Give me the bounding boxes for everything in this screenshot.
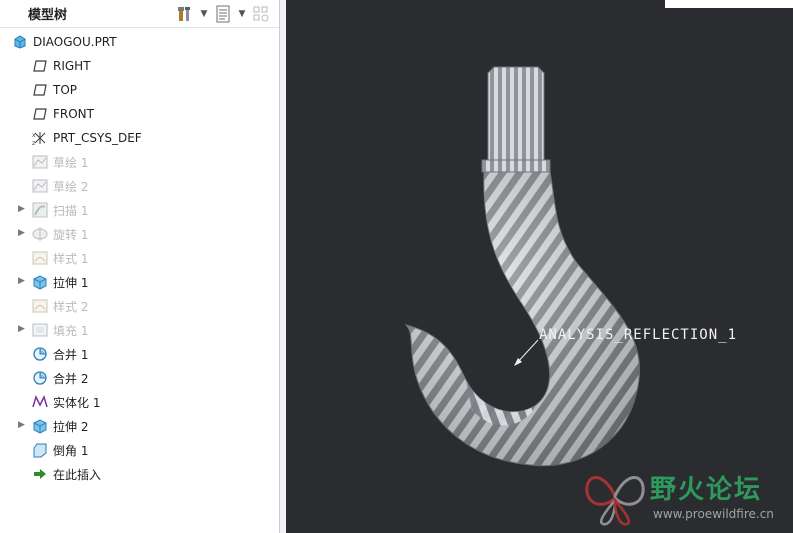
tree-item-label: PRT_CSYS_DEF bbox=[53, 131, 142, 145]
tree-item[interactable]: TOP bbox=[0, 78, 279, 102]
tree-root[interactable]: DIAOGOU.PRT bbox=[0, 30, 279, 54]
insert-here-arrow-icon bbox=[32, 466, 48, 482]
tree-item[interactable]: RIGHT bbox=[0, 54, 279, 78]
tree-item[interactable]: 实体化 1 bbox=[0, 390, 279, 414]
tree-item-label: 合并 2 bbox=[53, 371, 89, 386]
tree-item[interactable]: 倒角 1 bbox=[0, 438, 279, 462]
tree-item[interactable]: 草绘 2 bbox=[0, 174, 279, 198]
forum-watermark: 野火论坛 www.proewildfire.cn bbox=[583, 466, 793, 528]
expand-arrow-icon[interactable]: ▶ bbox=[18, 204, 28, 216]
hook-model bbox=[404, 66, 641, 467]
extrude-icon bbox=[32, 274, 48, 290]
analysis-annotation[interactable]: ANALYSIS_REFLECTION_1 bbox=[539, 327, 737, 343]
expand-arrow-icon[interactable]: ▶ bbox=[18, 228, 28, 240]
sketch-icon bbox=[32, 154, 48, 170]
tree-item[interactable]: ▶ 拉伸 1 bbox=[0, 270, 279, 294]
tree-item-label: TOP bbox=[53, 83, 78, 97]
graphics-viewport[interactable]: ANALYSIS_REFLECTION_1 野火论坛 www.proewildf… bbox=[286, 0, 793, 533]
tree-item[interactable]: x z PRT_CSYS_DEF bbox=[0, 126, 279, 150]
tree-item[interactable]: 在此插入 bbox=[0, 462, 279, 486]
expand-arrow-icon[interactable]: ▶ bbox=[18, 420, 28, 432]
datum-plane-icon bbox=[32, 82, 48, 98]
csys-icon: xz bbox=[32, 130, 48, 146]
sketch-icon bbox=[32, 178, 48, 194]
tree-filter-icon[interactable] bbox=[251, 4, 271, 24]
tree-item-label: 样式 1 bbox=[53, 251, 89, 266]
style-icon bbox=[32, 298, 48, 314]
revolve-icon bbox=[32, 226, 48, 242]
tree-item[interactable]: 样式 2 bbox=[0, 294, 279, 318]
tree-item-label: 倒角 1 bbox=[53, 443, 89, 458]
watermark-title: 野火论坛 bbox=[650, 475, 763, 505]
butterfly-logo-icon bbox=[585, 476, 645, 526]
settings-dropdown-icon[interactable]: ▼ bbox=[199, 9, 209, 19]
tree-item[interactable]: ▶ 填充 1 bbox=[0, 318, 279, 342]
tree-item-label: 合并 1 bbox=[53, 347, 89, 362]
merge-icon bbox=[32, 370, 48, 386]
tree-item-label: 旋转 1 bbox=[53, 227, 89, 242]
tree-item[interactable]: FRONT bbox=[0, 102, 279, 126]
tree-item-label: 填充 1 bbox=[53, 323, 89, 338]
fill-icon bbox=[32, 322, 48, 338]
sweep-icon bbox=[32, 202, 48, 218]
tree-item-label: 在此插入 bbox=[53, 467, 102, 482]
tree-item[interactable]: ▶ 拉伸 2 bbox=[0, 414, 279, 438]
settings-tools-icon[interactable] bbox=[175, 4, 195, 24]
chamfer-icon bbox=[32, 442, 48, 458]
model-tree-panel: 模型树 ▼ ▼ DIAOGOU.PRT RIGHT TOP FRONT x z PRT_C… bbox=[0, 0, 280, 533]
tree-item[interactable]: ▶ 旋转 1 bbox=[0, 222, 279, 246]
expand-arrow-icon[interactable]: ▶ bbox=[18, 276, 28, 288]
model-tree: DIAOGOU.PRT RIGHT TOP FRONT x z PRT_CSYS_DEF 草… bbox=[0, 28, 279, 486]
tree-root-label: DIAOGOU.PRT bbox=[33, 35, 117, 49]
tree-item-label: 拉伸 2 bbox=[53, 419, 89, 434]
datum-plane-icon bbox=[32, 106, 48, 122]
merge-icon bbox=[32, 346, 48, 362]
tree-item[interactable]: 合并 1 bbox=[0, 342, 279, 366]
model-tree-header: 模型树 ▼ ▼ bbox=[0, 0, 279, 28]
expand-arrow-icon[interactable]: ▶ bbox=[18, 324, 28, 336]
show-options-icon[interactable] bbox=[213, 4, 233, 24]
svg-text:x: x bbox=[32, 132, 36, 139]
datum-plane-icon bbox=[32, 58, 48, 74]
svg-text:z: z bbox=[32, 140, 35, 146]
tree-item-label: 扫描 1 bbox=[53, 203, 89, 218]
tree-item-label: 草绘 1 bbox=[53, 155, 89, 170]
solidify-icon bbox=[32, 394, 48, 410]
extrude-icon bbox=[32, 418, 48, 434]
style-icon bbox=[32, 250, 48, 266]
model-tree-title: 模型树 bbox=[28, 8, 68, 23]
tree-item-label: 草绘 2 bbox=[53, 179, 89, 194]
tree-item-label: 实体化 1 bbox=[53, 395, 101, 410]
part-icon bbox=[12, 34, 28, 50]
tree-item[interactable]: 合并 2 bbox=[0, 366, 279, 390]
viewport-corner-box bbox=[665, 0, 793, 8]
tree-item[interactable]: 草绘 1 bbox=[0, 150, 279, 174]
tree-item-label: 拉伸 1 bbox=[53, 275, 89, 290]
tree-item-label: 样式 2 bbox=[53, 299, 89, 314]
show-dropdown-icon[interactable]: ▼ bbox=[237, 9, 247, 19]
tree-item-label: FRONT bbox=[53, 107, 94, 121]
tree-item-label: RIGHT bbox=[53, 59, 91, 73]
tree-item[interactable]: 样式 1 bbox=[0, 246, 279, 270]
model-tree-toolbar: ▼ ▼ bbox=[175, 4, 271, 24]
watermark-url: www.proewildfire.cn bbox=[653, 507, 774, 521]
tree-item[interactable]: ▶ 扫描 1 bbox=[0, 198, 279, 222]
